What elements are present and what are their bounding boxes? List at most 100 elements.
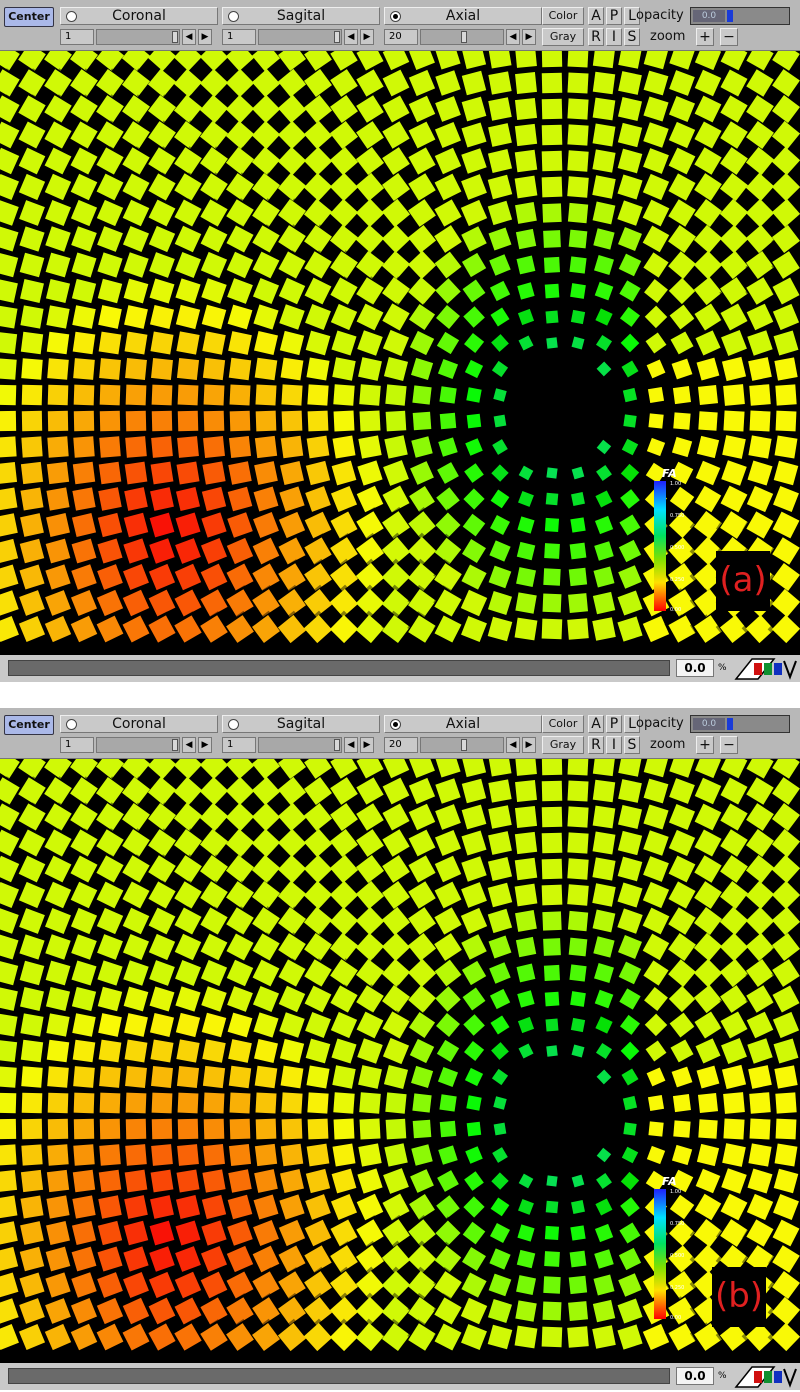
axial-prev-arrow-icon[interactable]: ◀ bbox=[506, 29, 520, 45]
coronal-radio-icon[interactable] bbox=[66, 719, 77, 730]
tensor-glyph bbox=[617, 96, 645, 125]
axial-slider-thumb[interactable] bbox=[461, 31, 467, 43]
axial-view-button[interactable]: Axial bbox=[384, 715, 542, 733]
orient-r-button[interactable]: R bbox=[588, 736, 604, 754]
tensor-glyph bbox=[277, 1318, 307, 1352]
tensor-glyph bbox=[0, 407, 20, 432]
tensor-glyph bbox=[668, 173, 697, 205]
axial-slice-slider[interactable]: 20 ◀ ▶ bbox=[384, 737, 542, 753]
sagital-slider-track[interactable] bbox=[258, 737, 342, 753]
coronal-next-arrow-icon[interactable]: ▶ bbox=[198, 737, 212, 753]
axial-view-button[interactable]: Axial bbox=[384, 7, 542, 25]
coronal-slider-track[interactable] bbox=[96, 737, 180, 753]
orient-s-button[interactable]: S bbox=[624, 736, 640, 754]
coronal-view-button[interactable]: Coronal bbox=[60, 715, 218, 733]
axial-prev-arrow-icon[interactable]: ◀ bbox=[506, 737, 520, 753]
sagital-slice-slider[interactable]: 1 ◀ ▶ bbox=[222, 737, 380, 753]
tensor-glyph bbox=[668, 933, 697, 966]
gray-button[interactable]: Gray bbox=[542, 736, 584, 754]
tensor-glyph bbox=[329, 610, 359, 644]
tensor-glyph bbox=[618, 779, 645, 807]
glyph-render-view[interactable]: FA 1.00 0.750 0.500 0.250 0.00 (b) bbox=[0, 759, 800, 1363]
coronal-slider-thumb[interactable] bbox=[172, 739, 178, 751]
orient-i-button[interactable]: I bbox=[606, 28, 622, 46]
orient-a-button[interactable]: A bbox=[588, 715, 604, 733]
coronal-slice-value[interactable]: 1 bbox=[60, 737, 94, 753]
coronal-view-button[interactable]: Coronal bbox=[60, 7, 218, 25]
tensor-glyph bbox=[151, 1089, 176, 1114]
coronal-prev-arrow-icon[interactable]: ◀ bbox=[182, 737, 196, 753]
center-button[interactable]: Center bbox=[4, 7, 54, 27]
axial-slice-value[interactable]: 20 bbox=[384, 737, 418, 753]
coronal-slice-slider[interactable]: 1 ◀ ▶ bbox=[60, 29, 218, 45]
zoom-in-button[interactable]: + bbox=[696, 736, 714, 754]
tensor-glyph bbox=[280, 1063, 307, 1089]
axial-next-arrow-icon[interactable]: ▶ bbox=[522, 29, 536, 45]
zoom-in-button[interactable]: + bbox=[696, 28, 714, 46]
coronal-radio-icon[interactable] bbox=[66, 11, 77, 22]
tensor-glyph bbox=[307, 1089, 332, 1114]
sagital-radio-icon[interactable] bbox=[228, 719, 239, 730]
coronal-slider-track[interactable] bbox=[96, 29, 180, 45]
tensor-glyph bbox=[595, 1042, 613, 1064]
zoom-out-button[interactable]: − bbox=[720, 736, 738, 754]
tensor-glyph bbox=[356, 984, 388, 1013]
center-button[interactable]: Center bbox=[4, 715, 54, 735]
tensor-glyph bbox=[96, 880, 128, 909]
sagital-view-button[interactable]: Sagital bbox=[222, 715, 380, 733]
tensor-glyph bbox=[592, 175, 619, 203]
coronal-slice-slider[interactable]: 1 ◀ ▶ bbox=[60, 737, 218, 753]
axial-radio-icon[interactable] bbox=[390, 719, 401, 730]
axial-slider-track[interactable] bbox=[420, 737, 504, 753]
sagital-slice-value[interactable]: 1 bbox=[222, 737, 256, 753]
sagital-slice-slider[interactable]: 1 ◀ ▶ bbox=[222, 29, 380, 45]
opacity-slider-thumb[interactable] bbox=[727, 10, 733, 22]
progress-bar bbox=[8, 1368, 670, 1384]
tensor-glyph bbox=[567, 489, 585, 506]
sagital-slider-thumb[interactable] bbox=[334, 739, 340, 751]
gray-button[interactable]: Gray bbox=[542, 28, 584, 46]
sagital-prev-arrow-icon[interactable]: ◀ bbox=[344, 29, 358, 45]
axial-slice-value[interactable]: 20 bbox=[384, 29, 418, 45]
orient-p-button[interactable]: P bbox=[606, 715, 622, 733]
sagital-slice-value[interactable]: 1 bbox=[222, 29, 256, 45]
tensor-glyph bbox=[382, 302, 414, 331]
tensor-glyph bbox=[122, 880, 154, 909]
axial-radio-icon[interactable] bbox=[390, 11, 401, 22]
sagital-slider-thumb[interactable] bbox=[334, 31, 340, 43]
orient-r-button[interactable]: R bbox=[588, 28, 604, 46]
orient-s-button[interactable]: S bbox=[624, 28, 640, 46]
coronal-slice-value[interactable]: 1 bbox=[60, 29, 94, 45]
sagital-view-button[interactable]: Sagital bbox=[222, 7, 380, 25]
opacity-slider[interactable]: 0.0 bbox=[690, 715, 790, 733]
opacity-slider[interactable]: 0.0 bbox=[690, 7, 790, 25]
tensor-glyph bbox=[279, 328, 308, 356]
color-button[interactable]: Color bbox=[542, 7, 584, 25]
sagital-next-arrow-icon[interactable]: ▶ bbox=[360, 737, 374, 753]
tensor-glyph bbox=[0, 1166, 20, 1193]
glyph-render-view[interactable]: FA 1.00 0.750 0.500 0.250 0.00 (a) bbox=[0, 51, 800, 655]
orient-a-button[interactable]: A bbox=[588, 7, 604, 25]
axial-next-arrow-icon[interactable]: ▶ bbox=[522, 737, 536, 753]
sagital-next-arrow-icon[interactable]: ▶ bbox=[360, 29, 374, 45]
tensor-glyph bbox=[71, 224, 101, 252]
tensor-glyph bbox=[745, 1065, 772, 1093]
color-button[interactable]: Color bbox=[542, 715, 584, 733]
tensor-glyph bbox=[463, 1192, 485, 1218]
orient-p-button[interactable]: P bbox=[606, 7, 622, 25]
axial-slider-thumb[interactable] bbox=[461, 739, 467, 751]
axial-slice-slider[interactable]: 20 ◀ ▶ bbox=[384, 29, 542, 45]
sagital-slider-track[interactable] bbox=[258, 29, 342, 45]
coronal-prev-arrow-icon[interactable]: ◀ bbox=[182, 29, 196, 45]
tensor-glyph bbox=[20, 484, 46, 511]
orient-i-button[interactable]: I bbox=[606, 736, 622, 754]
sagital-radio-icon[interactable] bbox=[228, 11, 239, 22]
zoom-out-button[interactable]: − bbox=[720, 28, 738, 46]
coronal-next-arrow-icon[interactable]: ▶ bbox=[198, 29, 212, 45]
opacity-slider-thumb[interactable] bbox=[727, 718, 733, 730]
axial-slider-track[interactable] bbox=[420, 29, 504, 45]
tensor-glyph bbox=[330, 302, 362, 331]
coronal-slider-thumb[interactable] bbox=[172, 31, 178, 43]
tensor-glyph bbox=[746, 95, 775, 128]
sagital-prev-arrow-icon[interactable]: ◀ bbox=[344, 737, 358, 753]
